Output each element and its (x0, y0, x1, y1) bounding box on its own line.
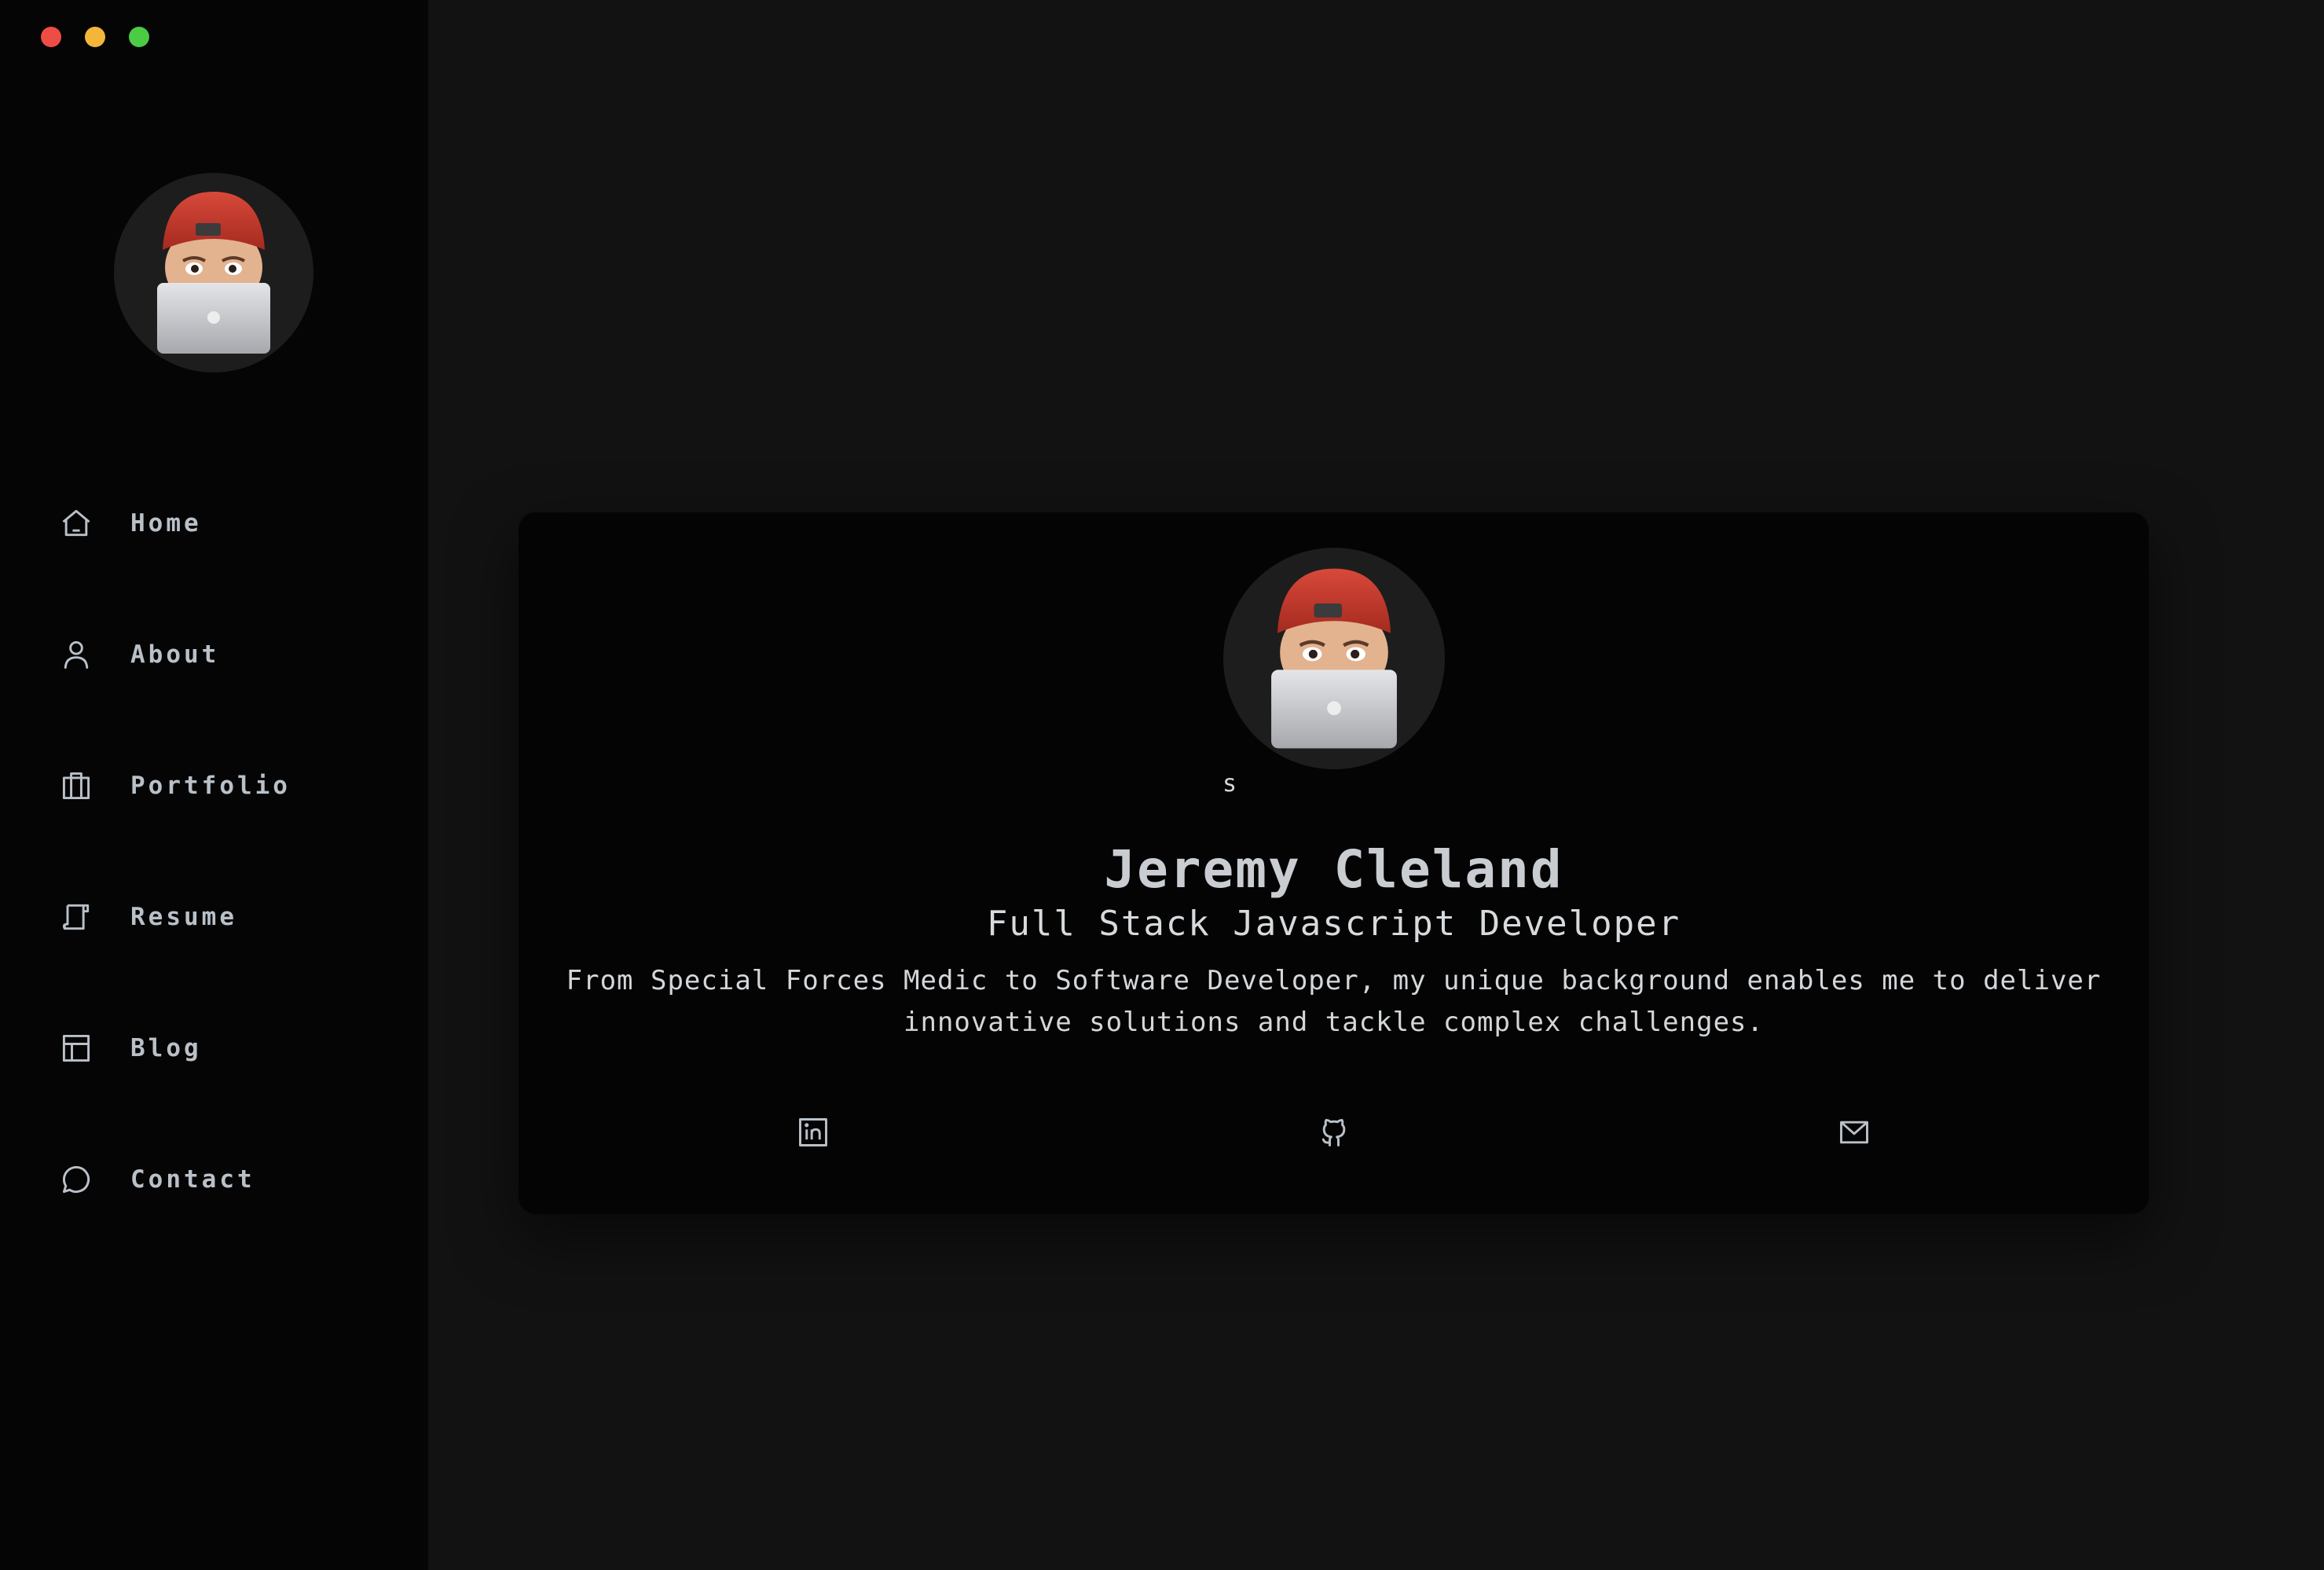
sidebar-item-home[interactable]: Home (0, 457, 428, 589)
resume-icon (58, 899, 94, 935)
github-icon (1321, 1118, 1346, 1146)
linkedin-icon (799, 1118, 827, 1146)
sidebar-item-about[interactable]: About (0, 589, 428, 720)
minimize-window-button[interactable] (85, 27, 105, 47)
chat-bubble-icon (58, 1161, 94, 1198)
mail-icon (1840, 1121, 1868, 1144)
app-window: Home About Portfolio Resume Blog Contact… (0, 0, 2324, 1570)
profile-bio: From Special Forces Medic to Software De… (566, 965, 2102, 1038)
sidebar-item-label: Contact (130, 1165, 255, 1194)
layout-icon (58, 1030, 94, 1066)
sidebar-item-contact[interactable]: Contact (0, 1113, 428, 1245)
sidebar-item-label: Portfolio (130, 771, 291, 800)
profile-role: Full Stack Javascript Developer (986, 904, 1681, 944)
memoji-avatar-icon (1271, 568, 1397, 749)
sidebar-item-label: Resume (130, 902, 237, 931)
email-link[interactable] (1835, 1113, 1873, 1151)
briefcase-icon (58, 768, 94, 804)
maximize-window-button[interactable] (129, 27, 149, 47)
github-link[interactable] (1315, 1113, 1353, 1151)
sidebar-item-portfolio[interactable]: Portfolio (0, 720, 428, 851)
hero-card: s Jeremy Cleland Full Stack Javascript D… (519, 512, 2149, 1214)
sidebar-item-label: Home (130, 508, 202, 537)
profile-name: Jeremy Cleland (1104, 839, 1563, 900)
close-window-button[interactable] (41, 27, 61, 47)
window-controls (41, 27, 149, 47)
sidebar-avatar (114, 173, 313, 372)
sidebar-item-label: About (130, 640, 220, 669)
stray-text: s (1222, 770, 1237, 798)
user-icon (58, 636, 94, 673)
sidebar-item-label: Blog (130, 1033, 202, 1062)
sidebar-item-blog[interactable]: Blog (0, 982, 428, 1113)
sidebar-item-resume[interactable]: Resume (0, 851, 428, 982)
sidebar-nav: Home About Portfolio Resume Blog Contact (0, 457, 428, 1245)
linkedin-link[interactable] (794, 1113, 832, 1151)
home-icon (58, 505, 94, 541)
memoji-avatar-icon (157, 192, 270, 354)
hero-avatar (1223, 548, 1445, 769)
sidebar: Home About Portfolio Resume Blog Contact (0, 0, 428, 1570)
